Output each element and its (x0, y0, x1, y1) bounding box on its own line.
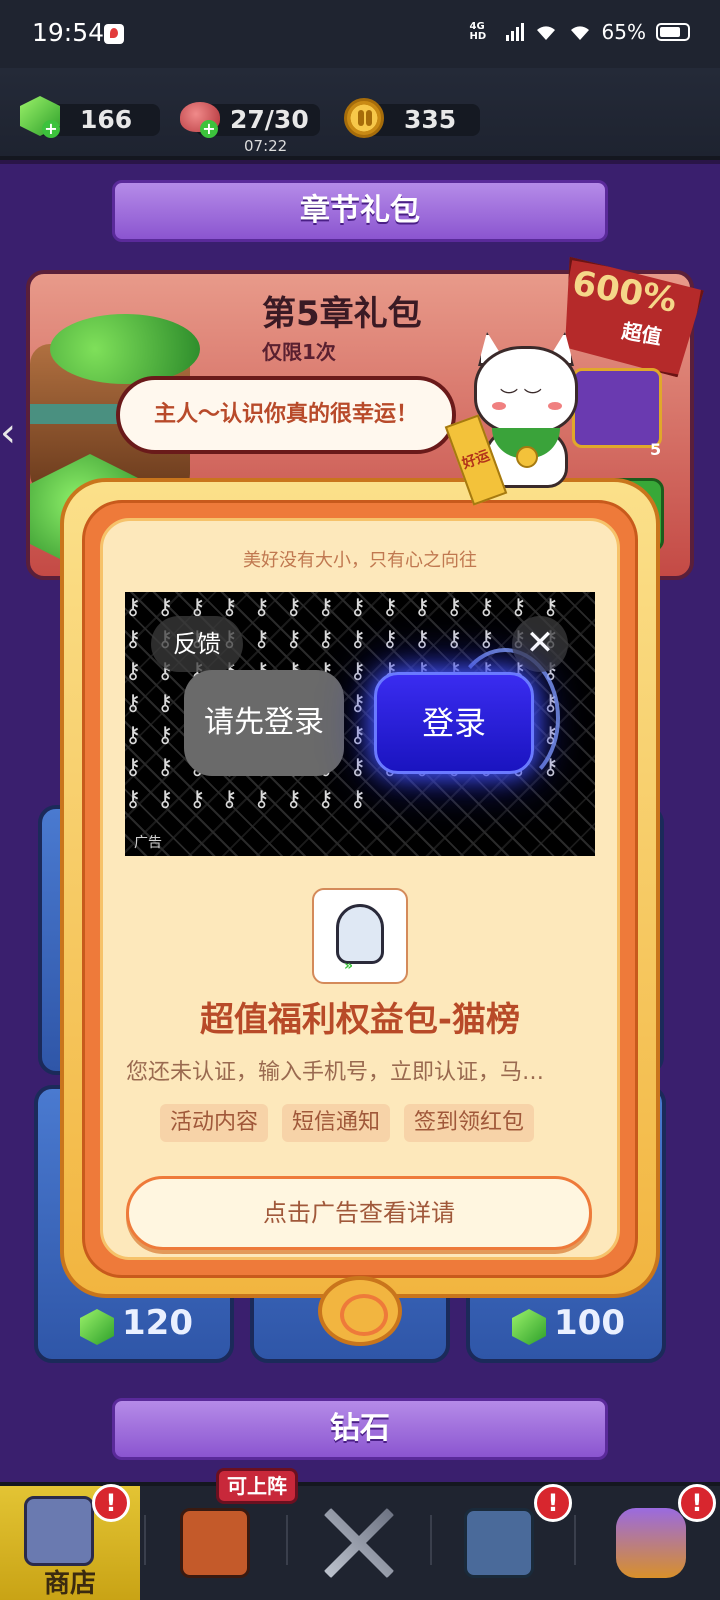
nav-divider (286, 1515, 288, 1565)
nav-battle[interactable] (290, 1486, 430, 1600)
scroll-ornament (318, 1276, 402, 1346)
cat-cheek (492, 402, 506, 410)
signal-icon (505, 23, 524, 41)
resource-bar: 166 + 27/30 + 07:22 335 (0, 68, 720, 160)
nav-divider (574, 1515, 576, 1565)
network-label: 4G HD (469, 21, 487, 42)
on-deck-badge: 可上阵 (216, 1468, 298, 1504)
wifi-icon-2 (570, 26, 589, 40)
view-ad-details-button[interactable]: 点击广告查看详请 (126, 1176, 592, 1250)
battery-icon (656, 23, 690, 41)
chapter-pack-header: 章节礼包 (112, 180, 608, 242)
coin-count: 335 (404, 105, 457, 134)
bell-icon (516, 446, 538, 468)
mascot-speech-bubble: 主人～认识你真的很幸运！ (116, 376, 456, 454)
status-time: 19:54 (32, 18, 105, 47)
castle-alert-icon: ! (534, 1484, 572, 1522)
crossed-swords-icon (324, 1508, 394, 1578)
promo-app-icon[interactable]: » (312, 888, 408, 984)
pack-limit: 仅限1次 (262, 340, 336, 364)
gem-pile-image (50, 314, 200, 384)
nav-shop-label: 商店 (43, 1569, 96, 1599)
promo-tag: 短信通知 (282, 1104, 391, 1142)
wifi-icon (536, 26, 555, 40)
shop-alert-icon: ! (92, 1484, 130, 1522)
status-indicators: 4G HD 65% (470, 20, 690, 44)
prev-arrow-icon[interactable]: ‹ (0, 410, 26, 456)
ad-close-button[interactable]: ✕ (512, 616, 568, 672)
chevron-down-icon: » (344, 958, 354, 974)
offer-price: 100 (554, 1303, 625, 1343)
ad-feedback-button[interactable]: 反馈 (151, 616, 243, 672)
status-bar: 19:54 4G HD 65% (0, 0, 720, 68)
promo-tags: 活动内容 短信通知 签到领红包 (160, 1104, 535, 1142)
dialog-slogan: 美好没有大小，只有心之向往 (243, 550, 477, 571)
gacha-alert-icon: ! (678, 1484, 716, 1522)
price-gem-icon (80, 1309, 114, 1345)
nav-divider (144, 1515, 146, 1565)
cat-eyes: ︶ ︶ (500, 388, 542, 409)
add-stamina-icon[interactable]: + (200, 120, 218, 138)
ad-login-button[interactable]: 登录 (374, 672, 534, 774)
pack-title: 第5章礼包 (262, 294, 422, 334)
cat-cheek (548, 402, 562, 410)
ad-label: 广告 (134, 835, 162, 851)
castle-icon (464, 1508, 534, 1578)
promo-description: 您还未认证，输入手机号，立即认证，马… (126, 1060, 545, 1085)
pointing-hand-icon (336, 904, 384, 964)
promo-tag: 签到领红包 (404, 1104, 535, 1142)
map-pin-icon (104, 24, 124, 44)
stamina-timer: 07:22 (244, 137, 288, 155)
ad-login-prompt[interactable]: 请先登录 (184, 670, 344, 776)
lucky-cat-mascot: ︶ ︶ 好运 (444, 328, 596, 506)
nav-divider (430, 1515, 432, 1565)
stamina-count: 27/30 (230, 105, 309, 134)
promo-tag: 活动内容 (160, 1104, 269, 1142)
battery-percent: 65% (601, 20, 646, 44)
reward-slot-count: 5 (650, 440, 662, 459)
capsule-icon (616, 1508, 686, 1578)
price-gem-icon (512, 1309, 546, 1345)
add-gems-icon[interactable]: + (42, 120, 60, 138)
coin-icon (344, 98, 384, 138)
gems-section-header: 钻石 (112, 1398, 608, 1460)
promo-title: 超值福利权益包-猫榜 (199, 1000, 521, 1040)
offer-price: 120 (122, 1303, 193, 1343)
chest-pig-icon (180, 1508, 250, 1578)
shop-stall-icon (24, 1496, 94, 1566)
gem-count: 166 (80, 105, 133, 134)
